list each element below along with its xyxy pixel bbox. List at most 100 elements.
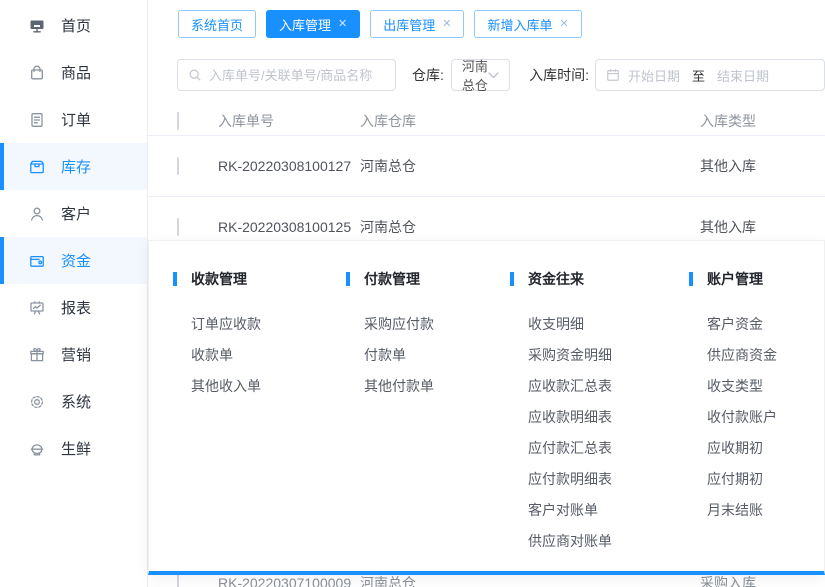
- tab-label: 出库管理: [383, 15, 435, 34]
- sidebar-item-customers[interactable]: 客户: [0, 190, 147, 237]
- bowl-icon: [28, 440, 46, 458]
- row-checkbox[interactable]: [177, 218, 179, 236]
- date-end-placeholder: 结束日期: [717, 66, 769, 85]
- filter-bar: 仓库: 河南总仓 入库时间: 开始日期 至 结束日期: [148, 59, 825, 91]
- cell-warehouse: 河南总仓: [360, 576, 700, 587]
- sidebar-item-label: 资金: [61, 250, 91, 271]
- menu-item[interactable]: 供应商对账单: [528, 525, 612, 556]
- gear-icon: [28, 393, 46, 411]
- sidebar-item-funds[interactable]: 资金: [0, 237, 147, 284]
- chart-board-icon: [28, 299, 46, 317]
- inbound-table: 入库单号 入库仓库 入库类型 RK-20220308100127 河南总仓 其他…: [148, 106, 825, 258]
- tab-system-home[interactable]: 系统首页: [178, 10, 256, 38]
- cell-order-no: RK-20220308100125: [218, 219, 360, 235]
- tab-new-inbound-order[interactable]: 新增入库单 ✕: [474, 10, 581, 38]
- sidebar-item-label: 营销: [61, 344, 91, 365]
- search-icon: [188, 68, 202, 82]
- sidebar-item-orders[interactable]: 订单: [0, 96, 147, 143]
- warehouse-select-value: 河南总仓: [462, 56, 488, 94]
- column-header-type: 入库类型: [700, 111, 825, 131]
- close-icon[interactable]: ✕: [338, 19, 347, 30]
- cell-type: 采购入库: [700, 576, 825, 587]
- menu-item[interactable]: 应付款明细表: [528, 463, 612, 494]
- sidebar-item-system[interactable]: 系统: [0, 378, 147, 425]
- date-range-picker[interactable]: 开始日期 至 结束日期: [595, 59, 825, 91]
- select-all-checkbox[interactable]: [177, 112, 179, 130]
- person-icon: [28, 205, 46, 223]
- menu-item[interactable]: 客户资金: [707, 308, 777, 339]
- menu-item[interactable]: 采购应付款: [364, 308, 434, 339]
- sidebar-item-label: 客户: [61, 203, 91, 224]
- menu-item[interactable]: 客户对账单: [528, 494, 612, 525]
- menu-column-account-management: 账户管理 客户资金 供应商资金 收支类型 收付款账户 应收期初 应付期初 月末结…: [689, 269, 777, 525]
- tab-label: 入库管理: [279, 15, 331, 34]
- sidebar-item-home[interactable]: 首页: [0, 2, 147, 49]
- menu-item[interactable]: 应付款汇总表: [528, 432, 612, 463]
- menu-item[interactable]: 其他收入单: [191, 370, 261, 401]
- table-row-partial[interactable]: RK-20220307100009 河南总仓 采购入库: [148, 576, 825, 587]
- bag-icon: [28, 64, 46, 82]
- menu-item[interactable]: 收支类型: [707, 370, 777, 401]
- menu-item[interactable]: 采购资金明细: [528, 339, 612, 370]
- inbound-time-label: 入库时间:: [529, 65, 589, 85]
- sidebar-item-label: 生鲜: [61, 438, 91, 459]
- menu-item[interactable]: 供应商资金: [707, 339, 777, 370]
- sidebar-item-goods[interactable]: 商品: [0, 49, 147, 96]
- menu-item[interactable]: 应收款汇总表: [528, 370, 612, 401]
- cell-order-no: RK-20220308100127: [218, 158, 360, 174]
- table-row[interactable]: RK-20220308100127 河南总仓 其他入库: [148, 136, 825, 197]
- column-header-order-no: 入库单号: [218, 111, 360, 131]
- blue-marker-icon: [346, 272, 350, 286]
- sidebar: 首页 商品 订单 库存 客户: [0, 0, 148, 587]
- menu-item[interactable]: 付款单: [364, 339, 434, 370]
- cell-type: 其他入库: [700, 217, 825, 237]
- date-separator: 至: [692, 66, 705, 85]
- row-checkbox[interactable]: [177, 157, 179, 175]
- menu-column-receipts: 收款管理 订单应收款 收款单 其他收入单: [173, 269, 261, 401]
- menu-column-title: 收款管理: [191, 269, 247, 289]
- close-icon[interactable]: ✕: [442, 19, 451, 30]
- row-checkbox[interactable]: [177, 574, 179, 587]
- menu-item[interactable]: 其他付款单: [364, 370, 434, 401]
- menu-item[interactable]: 收付款账户: [707, 401, 777, 432]
- menu-column-header: 收款管理: [173, 269, 261, 289]
- menu-column-title: 付款管理: [364, 269, 420, 289]
- menu-column-payments: 付款管理 采购应付款 付款单 其他付款单: [346, 269, 434, 401]
- menu-item[interactable]: 应付期初: [707, 463, 777, 494]
- sidebar-item-fresh[interactable]: 生鲜: [0, 425, 147, 472]
- monitor-icon: [28, 17, 46, 35]
- warehouse-select[interactable]: 河南总仓: [451, 59, 510, 91]
- date-start-placeholder: 开始日期: [628, 66, 680, 85]
- blue-marker-icon: [173, 272, 177, 286]
- sidebar-item-label: 系统: [61, 391, 91, 412]
- package-icon: [28, 158, 46, 176]
- tab-outbound-management[interactable]: 出库管理 ✕: [370, 10, 464, 38]
- column-header-warehouse: 入库仓库: [360, 111, 700, 131]
- menu-column-title: 账户管理: [707, 269, 763, 289]
- search-box[interactable]: [177, 59, 396, 91]
- menu-item[interactable]: 月末结账: [707, 494, 777, 525]
- close-icon[interactable]: ✕: [560, 19, 569, 30]
- sidebar-item-reports[interactable]: 报表: [0, 284, 147, 331]
- cell-warehouse: 河南总仓: [360, 156, 700, 176]
- menu-item[interactable]: 收支明细: [528, 308, 612, 339]
- cell-warehouse: 河南总仓: [360, 217, 700, 237]
- sidebar-item-inventory[interactable]: 库存: [0, 143, 147, 190]
- menu-item[interactable]: 应收期初: [707, 432, 777, 463]
- search-input[interactable]: [209, 68, 385, 83]
- menu-item[interactable]: 应收款明细表: [528, 401, 612, 432]
- chevron-down-icon: [488, 72, 499, 79]
- menu-item[interactable]: 订单应收款: [191, 308, 261, 339]
- table-header: 入库单号 入库仓库 入库类型: [148, 106, 825, 136]
- sidebar-item-label: 订单: [61, 109, 91, 130]
- document-icon: [28, 111, 46, 129]
- warehouse-label: 仓库:: [412, 65, 444, 85]
- sidebar-item-marketing[interactable]: 营销: [0, 331, 147, 378]
- wallet-icon: [28, 252, 46, 270]
- menu-item[interactable]: 收款单: [191, 339, 261, 370]
- cell-order-no: RK-20220307100009: [218, 576, 360, 587]
- menu-column-header: 账户管理: [689, 269, 777, 289]
- tab-inbound-management[interactable]: 入库管理 ✕: [266, 10, 360, 38]
- menu-column-fund-transactions: 资金往来 收支明细 采购资金明细 应收款汇总表 应收款明细表 应付款汇总表 应付…: [510, 269, 612, 556]
- sidebar-item-label: 首页: [61, 15, 91, 36]
